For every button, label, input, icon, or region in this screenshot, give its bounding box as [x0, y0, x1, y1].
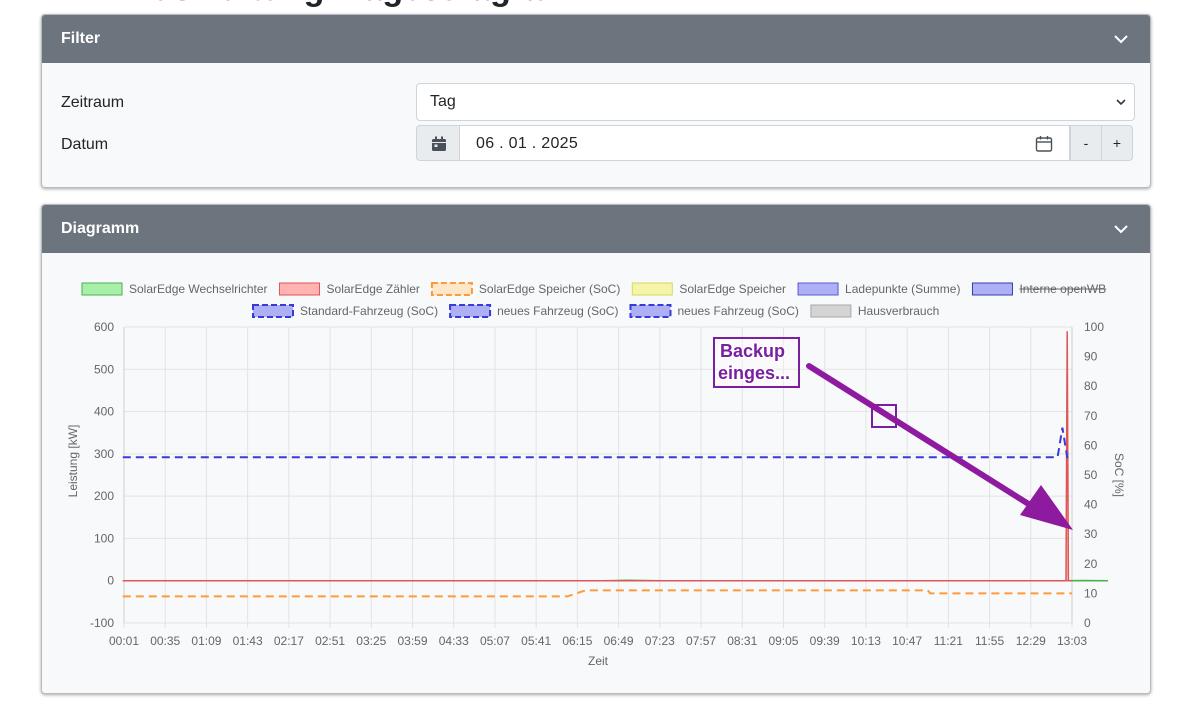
- legend-label: Ladepunkte (Summe): [845, 282, 960, 296]
- y2-tick-label: 60: [1084, 438, 1098, 452]
- legend-label: Hausverbrauch: [858, 304, 939, 318]
- legend-label: neues Fahrzeug (SoC): [677, 304, 798, 318]
- x-tick-label: 09:39: [810, 634, 840, 648]
- legend-swatch: [81, 282, 123, 296]
- annotation-line1: Backup: [720, 341, 785, 361]
- x-tick-label: 03:59: [398, 634, 428, 648]
- annotation-arrow-head: [1020, 485, 1073, 530]
- zeitraum-label: Zeitraum: [61, 94, 125, 111]
- legend-label: SolarEdge Wechselrichter: [129, 282, 268, 296]
- chart-legend: SolarEdge Wechselrichter SolarEdge Zähler…: [81, 282, 1107, 318]
- x-tick-label: 07:23: [645, 634, 675, 648]
- date-picker-icon[interactable]: [1035, 135, 1053, 153]
- chevron-down-icon[interactable]: [1112, 30, 1130, 48]
- chart-grid: [123, 326, 1073, 628]
- legend-swatch: [971, 282, 1013, 296]
- y-tick-label: 400: [94, 405, 114, 419]
- x-tick-label: 10:13: [851, 634, 881, 648]
- annotation-line2: einges...: [718, 363, 790, 383]
- series-line: [122, 589, 1072, 598]
- annotation: Backup einges...: [713, 337, 1073, 530]
- y2-tick-label: 20: [1084, 557, 1098, 571]
- x-tick-label: 06:15: [562, 634, 592, 648]
- filter-card-header[interactable]: Filter: [42, 15, 1150, 63]
- legend-swatch: [430, 282, 473, 296]
- x-tick-label: 03:25: [356, 634, 386, 648]
- date-minus-button[interactable]: -: [1070, 125, 1102, 161]
- datum-value: 06 . 01 . 2025: [476, 135, 579, 152]
- x-tick-label: 07:57: [686, 634, 716, 648]
- y2-axis-label: SoC [%]: [1112, 453, 1126, 497]
- x-tick-label: 01:43: [233, 634, 263, 648]
- x-tick-label: 00:35: [150, 634, 180, 648]
- x-tick-label: 11:55: [975, 634, 1004, 648]
- legend-swatch: [797, 282, 839, 296]
- y2-tick-label: 90: [1084, 350, 1098, 364]
- x-tick-label: 11:21: [934, 634, 963, 648]
- legend-label: SolarEdge Zähler: [327, 282, 420, 296]
- date-plus-button[interactable]: +: [1101, 125, 1133, 161]
- legend-label: Standard-Fahrzeug (SoC): [300, 304, 438, 318]
- legend-swatch: [810, 304, 852, 318]
- legend-swatch: [252, 304, 294, 318]
- y-tick-label: 100: [94, 531, 114, 545]
- datum-label: Datum: [61, 136, 109, 153]
- x-tick-label: 05:41: [521, 634, 551, 648]
- x-tick-label: 02:51: [315, 634, 345, 648]
- legend-swatch: [279, 282, 321, 296]
- series-line: [122, 331, 1072, 582]
- zeitraum-select[interactable]: Tag: [416, 83, 1135, 121]
- y-axis-label: Leistung [kW]: [66, 425, 80, 498]
- x-tick-label: 00:01: [109, 634, 139, 648]
- y-tick-label: 300: [94, 447, 114, 461]
- legend-label: SolarEdge Speicher: [679, 282, 786, 296]
- x-tick-label: 10:47: [892, 634, 922, 648]
- x-tick-label: 08:31: [727, 634, 757, 648]
- y2-tick-label: 0: [1084, 616, 1091, 630]
- x-tick-label: 13:03: [1057, 634, 1087, 648]
- chart-title: Diagramm: [61, 220, 140, 237]
- y-tick-label: 600: [94, 320, 114, 334]
- y-tick-label: 200: [94, 489, 114, 503]
- x-tick-label: 02:17: [274, 634, 304, 648]
- legend-swatch: [449, 304, 492, 318]
- y2-tick-label: 70: [1084, 409, 1098, 423]
- chart-card-header[interactable]: Diagramm: [42, 205, 1150, 253]
- y2-tick-label: 100: [1084, 320, 1104, 334]
- calendar-icon: [432, 136, 446, 151]
- annotation-arrow-shaft: [806, 363, 1057, 523]
- y2-tick-label: 30: [1084, 527, 1098, 541]
- zeitraum-select-value: Tag: [430, 93, 456, 110]
- page-title-clip: Auswertung: Tagesdiagramm: [0, 0, 1185, 12]
- chart-card: Diagramm SolarEdge Wechselrichter SolarEd…: [41, 204, 1151, 694]
- datum-group: 06 . 01 . 2025 - +: [416, 125, 1133, 161]
- calendar-addon: [416, 125, 460, 161]
- legend-label: neues Fahrzeug (SoC): [497, 304, 618, 318]
- legend-swatch: [631, 282, 673, 296]
- page-title: Auswertung: Tagesdiagramm: [128, 0, 603, 9]
- legend-label: SolarEdge Speicher (SoC): [479, 282, 620, 296]
- y2-tick-label: 40: [1084, 498, 1098, 512]
- x-axis-label: Zeit: [588, 654, 609, 668]
- energy-chart[interactable]: SolarEdge Wechselrichter SolarEdge Zähler…: [42, 253, 1150, 693]
- datum-input[interactable]: 06 . 01 . 2025: [460, 125, 1070, 161]
- filter-card: Filter Zeitraum Tag Datum 06 . 01 . 2025: [41, 14, 1151, 188]
- y-tick-label: 500: [94, 362, 114, 376]
- x-tick-label: 01:09: [191, 634, 221, 648]
- legend-swatch: [629, 304, 672, 318]
- y-tick-label: 0: [107, 574, 114, 588]
- y2-tick-label: 50: [1084, 468, 1098, 482]
- x-tick-label: 04:33: [439, 634, 469, 648]
- select-caret-icon: [1116, 99, 1126, 106]
- x-tick-label: 05:07: [480, 634, 510, 648]
- filter-title: Filter: [61, 30, 101, 47]
- x-tick-label: 09:05: [768, 634, 798, 648]
- series-area: [122, 331, 1073, 581]
- x-tick-label: 12:29: [1016, 634, 1046, 648]
- y2-tick-label: 10: [1084, 586, 1098, 600]
- y2-tick-label: 80: [1084, 379, 1098, 393]
- y-tick-label: -100: [90, 616, 114, 630]
- x-tick-label: 06:49: [604, 634, 634, 648]
- chevron-down-icon[interactable]: [1112, 220, 1130, 238]
